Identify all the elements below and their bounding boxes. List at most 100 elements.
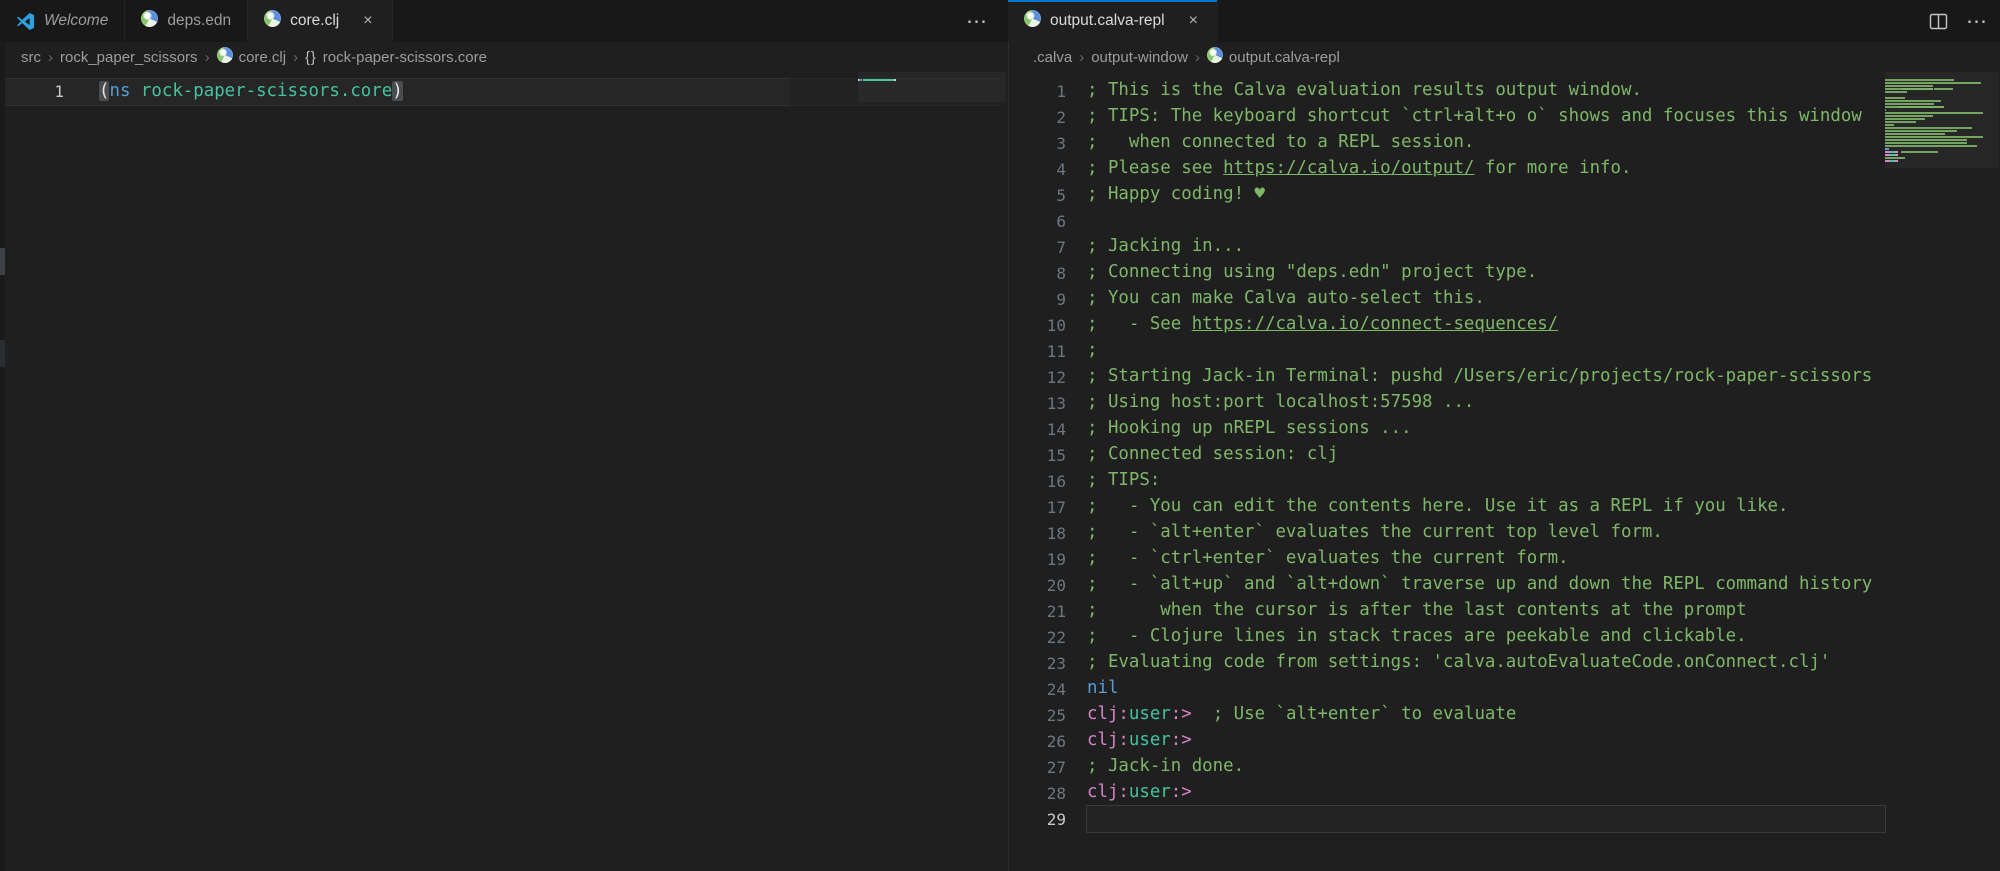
- code-line: 1 ; This is the Calva evaluation results …: [1009, 78, 2000, 104]
- line-text: ; - `alt+up` and `alt+down` traverse up …: [1087, 572, 1885, 598]
- token-keyword: ns: [109, 81, 131, 101]
- token-bracket: ): [392, 81, 403, 101]
- token-teal: rock-paper-scissors.core: [140, 81, 393, 101]
- line-number: 14: [1046, 419, 1066, 439]
- token-comment: ; - You can edit the contents here. Use …: [1087, 496, 1789, 516]
- left-editor-actions: ⋯: [962, 0, 992, 42]
- code-line: 18 ; - `alt+enter` evaluates the current …: [1009, 520, 2000, 546]
- tab-label: core.clj: [290, 12, 340, 29]
- line-text: ; Starting Jack-in Terminal: pushd /User…: [1087, 364, 1885, 390]
- calva-icon: [141, 10, 159, 32]
- line-text: ; Hooking up nREPL sessions ...: [1087, 416, 1885, 442]
- token-comment: ; - Clojure lines in stack traces are pe…: [1087, 626, 1747, 646]
- line-number: 2: [1056, 107, 1066, 127]
- line-number: 8: [1056, 263, 1066, 283]
- token-comment: ; Jacking in...: [1087, 236, 1245, 256]
- line-text: ; Connected session: clj: [1087, 442, 1885, 468]
- token-comment: ; Starting Jack-in Terminal: pushd /User…: [1087, 366, 1873, 386]
- line-number: 22: [1046, 627, 1066, 647]
- line-text: ; Evaluating code from settings: 'calva.…: [1087, 650, 1885, 676]
- token-comment: ; when the cursor is after the last cont…: [1087, 600, 1747, 620]
- minimap-slider[interactable]: [1885, 72, 1999, 168]
- line-text: ; when the cursor is after the last cont…: [1087, 598, 1885, 624]
- token-pink: :>: [1170, 782, 1192, 802]
- right-editor-tabstrip: output.calva-repl ×: [1008, 0, 2000, 42]
- code-line: 12 ; Starting Jack-in Terminal: pushd /Us…: [1009, 364, 2000, 390]
- token-comment: ;: [1087, 340, 1098, 360]
- code-line: 1 (ns rock-paper-scissors.core): [0, 78, 1008, 106]
- breadcrumb-item-calva[interactable]: .calva: [1033, 49, 1072, 66]
- repl-output-editor[interactable]: 1 ; This is the Calva evaluation results …: [1009, 72, 2000, 833]
- breadcrumb-item-src[interactable]: src: [21, 49, 41, 66]
- token-pink: clj:: [1087, 730, 1129, 750]
- breadcrumb-item-output-window[interactable]: output-window: [1091, 49, 1188, 66]
- calva-icon: [264, 10, 282, 32]
- left-editor-pane[interactable]: src › rock_paper_scissors › core.clj › {} rock-…: [0, 42, 1008, 871]
- token-comment: ; Use `alt+enter` to evaluate: [1212, 704, 1517, 724]
- breadcrumb-item-rock-paper-scissors-core[interactable]: {} rock-paper-scissors.core: [305, 49, 487, 66]
- line-text: ; - Clojure lines in stack traces are pe…: [1087, 624, 1885, 650]
- code-line: 17 ; - You can edit the contents here. Us…: [1009, 494, 2000, 520]
- token-pink: clj:: [1087, 782, 1129, 802]
- line-number: 1: [54, 81, 64, 101]
- chevron-right-icon: ›: [204, 48, 210, 66]
- close-icon[interactable]: ×: [360, 12, 375, 30]
- breadcrumb-item-output-calva-repl[interactable]: output.calva-repl: [1206, 47, 1340, 67]
- code-line: 11;: [1009, 338, 2000, 364]
- code-line: 4 ; Please see https://calva.io/output/ f…: [1009, 156, 2000, 182]
- link-calva-output[interactable]: https://calva.io/output/: [1223, 158, 1474, 178]
- token-comment: ; - `alt+up` and `alt+down` traverse up …: [1087, 574, 1873, 594]
- chevron-right-icon: ›: [1079, 48, 1085, 66]
- line-number: 11: [1046, 341, 1066, 361]
- line-number: 25: [1046, 705, 1066, 725]
- token-comment: ; You can make Calva auto-select this.: [1087, 288, 1485, 308]
- chevron-right-icon: ›: [48, 48, 53, 66]
- code-line: 28 clj:user:>: [1009, 780, 2000, 806]
- line-number: 7: [1056, 237, 1066, 257]
- line-text: ; TIPS:: [1087, 468, 1885, 494]
- calva-icon: [216, 47, 233, 67]
- close-icon[interactable]: ×: [1186, 12, 1201, 30]
- line-number: 24: [1046, 679, 1066, 699]
- tab-label: output.calva-repl: [1050, 12, 1165, 29]
- line-text: ; TIPS: The keyboard shortcut `ctrl+alt+…: [1087, 104, 1885, 130]
- code-line: 16 ; TIPS:: [1009, 468, 2000, 494]
- token-comment: ; when connected to a REPL session.: [1087, 132, 1475, 152]
- breadcrumb-label: rock-paper-scissors.core: [322, 48, 487, 66]
- tab-output-calva-repl[interactable]: output.calva-repl ×: [1008, 0, 1218, 42]
- left-editor[interactable]: 1 (ns rock-paper-scissors.core): [0, 72, 1008, 106]
- tab-welcome[interactable]: Welcome: [0, 0, 126, 42]
- more-actions-icon[interactable]: ⋯: [962, 9, 992, 34]
- left-editor-minimap[interactable]: [858, 72, 1006, 81]
- line-number: 27: [1046, 757, 1066, 777]
- token-teal: user: [1128, 782, 1171, 802]
- token-comment: ; TIPS:: [1087, 470, 1161, 490]
- line-number: 17: [1046, 497, 1066, 517]
- minimap-slider[interactable]: [858, 72, 1006, 102]
- code-line: 3 ; when connected to a REPL session.: [1009, 130, 2000, 156]
- code-line: 15 ; Connected session: clj: [1009, 442, 2000, 468]
- line-text: ; - `alt+enter` evaluates the current to…: [1087, 520, 1885, 546]
- repl-minimap[interactable]: [1885, 72, 1999, 165]
- right-editor-pane[interactable]: .calva › output-window › output.calva-repl 1…: [1008, 42, 2000, 871]
- code-line: 9 ; You can make Calva auto-select this.: [1009, 286, 2000, 312]
- code-line: 26 clj:user:>: [1009, 728, 2000, 754]
- link-calva-connect-sequences[interactable]: https://calva.io/connect-sequences/: [1192, 314, 1558, 334]
- line-number: 15: [1046, 445, 1066, 465]
- code-line: 27 ; Jack-in done.: [1009, 754, 2000, 780]
- split-editor-icon[interactable]: [1929, 13, 1948, 30]
- tab-label: deps.edn: [167, 12, 232, 29]
- tab-deps-edn[interactable]: deps.edn: [125, 0, 249, 42]
- left-editor-tabstrip: Welcome deps.edn core.clj ×: [0, 0, 1008, 42]
- breadcrumb: .calva › output-window › output.calva-repl: [1009, 42, 2000, 72]
- line-number: 12: [1046, 367, 1066, 387]
- breadcrumb-item-core-clj[interactable]: core.clj: [216, 47, 286, 67]
- line-number: 21: [1046, 601, 1066, 621]
- breadcrumb-item-rock-paper-scissors[interactable]: rock_paper_scissors: [60, 49, 198, 66]
- more-actions-icon[interactable]: ⋯: [1962, 9, 1992, 34]
- breadcrumb-label: output-window: [1091, 48, 1188, 66]
- tab-core-clj[interactable]: core.clj ×: [248, 0, 393, 42]
- line-text: ; Connecting using "deps.edn" project ty…: [1087, 260, 1885, 286]
